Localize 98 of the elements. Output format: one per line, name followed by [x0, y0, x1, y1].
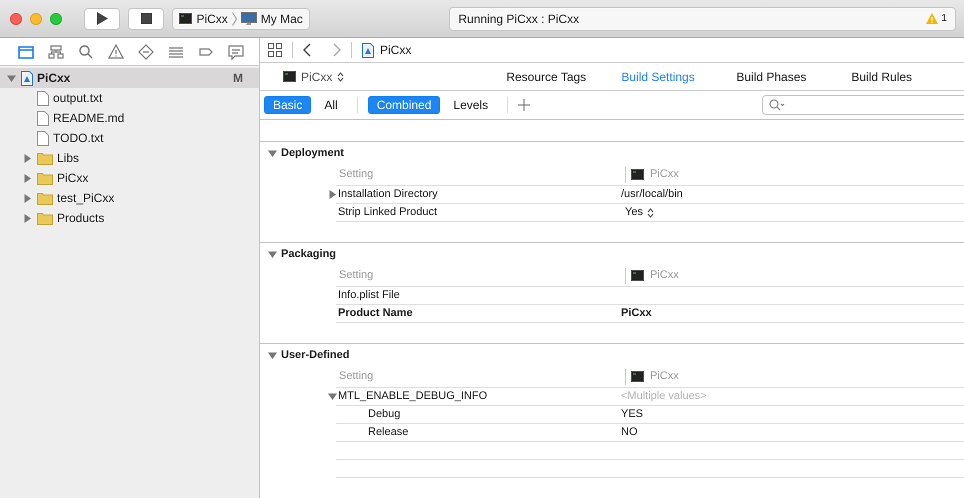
activity-status: Running PiCxx : PiCxx	[458, 10, 580, 28]
run-button[interactable]	[84, 8, 120, 30]
disclosure-icon[interactable]	[7, 74, 16, 82]
column-header: PiCxx	[650, 369, 679, 384]
setting-value: PiCxx	[621, 306, 652, 322]
back-icon[interactable]	[303, 43, 311, 58]
disclosure-icon[interactable]	[268, 350, 277, 360]
editor-tab[interactable]: Build Settings	[619, 68, 734, 86]
file-name: Products	[57, 210, 104, 227]
project-icon	[362, 42, 374, 58]
section-title: Deployment	[281, 146, 344, 161]
setting-name: MTL_ENABLE_DEBUG_INFO	[338, 389, 488, 404]
setting-value: NO	[621, 425, 638, 440]
disclosure-icon[interactable]	[23, 214, 32, 222]
folder-icon	[37, 212, 53, 224]
forward-icon[interactable]	[333, 43, 341, 58]
navigator-row[interactable]: test_PiCxx	[0, 188, 259, 208]
column-header: PiCxx	[650, 268, 679, 284]
file-name: README.md	[53, 110, 124, 127]
setting-name: Strip Linked Product	[338, 205, 438, 220]
scm-status-label: M	[233, 70, 243, 87]
column-header: Setting	[338, 268, 374, 284]
terminal-icon	[179, 13, 192, 24]
navigator-row[interactable]: TODO.txt	[0, 128, 259, 148]
diamond-icon[interactable]	[137, 42, 155, 60]
setting-name: Installation Directory	[338, 187, 438, 202]
setting-name: Info.plist File	[338, 288, 400, 304]
folder-icon	[37, 172, 53, 184]
document-icon	[37, 90, 49, 106]
navigator-row[interactable]: PiCxx	[0, 168, 259, 188]
filter-button[interactable]: Basic	[264, 96, 312, 114]
warning-icon[interactable]	[107, 42, 125, 60]
play-icon	[96, 12, 108, 25]
column-header: PiCxx	[650, 167, 679, 182]
grid-icon[interactable]	[268, 43, 282, 58]
chevron-updown-icon	[337, 72, 344, 82]
folder-icon	[37, 152, 53, 164]
setting-name: Product Name	[338, 306, 413, 322]
plus-icon[interactable]	[518, 99, 530, 111]
file-name: Libs	[57, 150, 80, 167]
disclosure-icon[interactable]	[268, 148, 277, 158]
navigator-row[interactable]: Libs	[0, 148, 259, 168]
jump-bar-item[interactable]: PiCxx	[380, 41, 412, 60]
stop-button[interactable]	[128, 8, 164, 30]
speech-bubble-icon[interactable]	[227, 42, 245, 60]
terminal-icon	[631, 270, 644, 281]
document-icon	[37, 110, 49, 126]
disclosure-icon[interactable]	[23, 154, 32, 162]
section-title: Packaging	[281, 246, 336, 262]
file-name: PiCxx	[37, 70, 70, 87]
stop-icon	[140, 13, 152, 24]
file-name: PiCxx	[57, 170, 88, 187]
zoom-button[interactable]	[50, 12, 62, 24]
setting-value: <Multiple values>	[621, 389, 707, 404]
warning-count: 1	[941, 12, 947, 26]
navigator-row[interactable]: README.md	[0, 108, 259, 128]
editor-tab[interactable]: Build Phases	[734, 68, 850, 86]
navigator-row[interactable]: PiCxx M	[0, 68, 259, 88]
disclosure-icon[interactable]	[328, 392, 337, 401]
warning-icon	[926, 13, 938, 24]
disclosure-icon[interactable]	[23, 174, 32, 182]
chevron-right-icon	[232, 12, 237, 26]
editor-tab[interactable]: Resource Tags	[504, 68, 620, 86]
column-header: Setting	[338, 167, 374, 182]
file-name: TODO.txt	[53, 130, 104, 147]
section-title: User-Defined	[281, 348, 350, 363]
filter-button[interactable]: Levels	[444, 96, 498, 114]
search-icon[interactable]	[77, 42, 95, 60]
terminal-icon	[283, 71, 296, 82]
setting-value: /usr/local/bin	[621, 187, 683, 202]
file-name: output.txt	[53, 90, 102, 107]
close-button[interactable]	[10, 12, 22, 24]
editor-tab[interactable]: Build Rules	[849, 68, 964, 86]
filter-button[interactable]: All	[315, 96, 347, 114]
navigator-row[interactable]: output.txt	[0, 88, 259, 108]
search-icon	[769, 99, 785, 111]
setting-name: Debug	[368, 407, 400, 422]
filter-button[interactable]: Combined	[368, 96, 440, 114]
project-icon	[21, 70, 33, 86]
terminal-icon	[631, 169, 644, 180]
chevron-updown-icon	[646, 208, 654, 218]
search-field[interactable]	[762, 95, 964, 115]
disclosure-icon[interactable]	[268, 250, 277, 258]
folder-icon	[37, 192, 53, 204]
file-name: test_PiCxx	[57, 190, 114, 207]
scheme-selector[interactable]: PiCxx My Mac	[172, 8, 310, 30]
disclosure-icon[interactable]	[23, 194, 32, 202]
column-header: Setting	[338, 369, 374, 384]
hierarchy-icon[interactable]	[47, 42, 65, 60]
setting-name: Release	[368, 425, 408, 440]
disclosure-icon[interactable]	[328, 190, 337, 199]
terminal-icon	[631, 371, 644, 382]
monitor-icon	[240, 12, 257, 26]
navigator-row[interactable]: Products	[0, 208, 259, 228]
target-selector[interactable]: PiCxx	[283, 68, 344, 86]
document-icon	[37, 130, 49, 146]
setting-value: YES	[621, 407, 644, 422]
value-popup[interactable]: Yes	[625, 204, 654, 221]
